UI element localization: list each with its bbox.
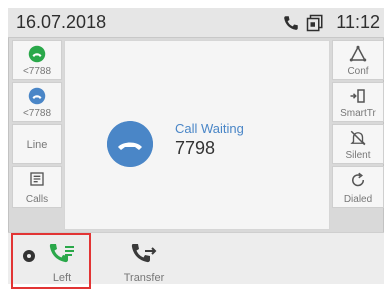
caller-number: 7798 [175,138,216,158]
line-key-3[interactable]: Line [12,124,62,164]
line-key-2[interactable]: <7788 [12,82,62,122]
dialed-key[interactable]: Dialed [332,166,384,208]
line-key-2-label: <7788 [22,108,52,119]
conference-icon [349,45,367,62]
status-bar: 16.07.2018 11:12 [8,8,384,38]
phone-icon [284,16,298,30]
time-display: 11:12 [336,12,380,32]
line-key-1[interactable]: <7788 [12,40,62,80]
call-status: Call Waiting [175,121,244,136]
transfer-softkey[interactable]: Transfer [114,238,174,286]
silent-bell-icon [350,130,366,146]
line-status-icon [306,14,323,32]
call-waiting-icon [107,121,153,167]
transfer-softkey-label: Transfer [123,272,165,284]
smart-transfer-icon [350,89,365,103]
transfer-icon [131,244,157,263]
conf-label: Conf [347,66,369,77]
line-key-3-label: Line [26,139,48,151]
dialed-label: Dialed [343,194,373,205]
nav-dot-icon [23,250,35,262]
date-display: 16.07.2018 [16,12,107,32]
silent-key[interactable]: Silent [332,124,384,164]
blue-phone-icon [28,87,46,105]
redial-icon [352,172,365,187]
left-softkey[interactable]: Left [40,238,84,286]
silent-label: Silent [345,150,371,161]
green-call-icon [49,244,74,263]
green-phone-icon [28,45,46,63]
line-key-4[interactable]: Calls [12,166,62,208]
smart-transfer-key[interactable]: SmartTr [332,82,384,122]
smart-transfer-label: SmartTr [340,108,376,119]
line-key-4-label: Calls [25,194,49,205]
conf-key[interactable]: Conf [332,40,384,80]
line-key-1-label: <7788 [22,66,52,77]
left-softkey-label: Left [52,272,72,284]
calls-icon [30,172,44,186]
call-panel: Call Waiting 7798 [64,40,330,230]
